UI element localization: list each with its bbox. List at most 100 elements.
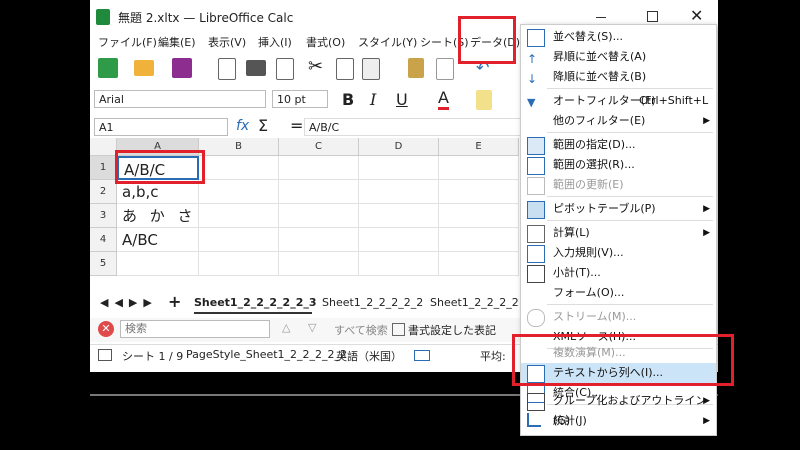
cell-b1[interactable] <box>199 156 279 180</box>
column-header-b[interactable]: B <box>199 138 279 156</box>
menu-format[interactable]: 書式(O) <box>306 34 345 52</box>
name-box[interactable]: A1 <box>94 118 228 136</box>
row-header-4[interactable]: 4 <box>90 228 117 252</box>
cell-e4[interactable] <box>439 228 519 252</box>
cell-d3[interactable] <box>359 204 439 228</box>
menu-item-autofilter[interactable]: ▼ オートフィルター(F) Ctrl+Shift+L <box>521 91 716 111</box>
menu-insert[interactable]: 挿入(I) <box>258 34 292 52</box>
cell-e1[interactable] <box>439 156 519 180</box>
cell-e3[interactable] <box>439 204 519 228</box>
print-preview-icon[interactable] <box>276 58 294 80</box>
menu-item-form[interactable]: フォーム(O)... <box>521 283 716 303</box>
new-document-icon[interactable] <box>98 58 118 78</box>
row-header-5[interactable]: 5 <box>90 252 117 276</box>
close-find-icon[interactable]: ✕ <box>98 321 114 337</box>
sheet-count: シート 1 / 9 <box>122 350 184 363</box>
bold-icon[interactable]: B <box>342 90 354 109</box>
font-size-box[interactable]: 10 pt <box>272 90 328 108</box>
cell-ref-value: A1 <box>99 121 114 134</box>
menu-item-sort-desc[interactable]: ↓ 降順に並べ替え(B) <box>521 67 716 87</box>
cell-b2[interactable] <box>199 180 279 204</box>
highlight-color-icon[interactable] <box>476 90 492 110</box>
row-header-1[interactable]: 1 <box>90 156 117 180</box>
column-header-e[interactable]: E <box>439 138 519 156</box>
cut-icon[interactable]: ✂ <box>308 56 323 77</box>
menu-item-label: フォーム(O)... <box>553 286 625 299</box>
cell-d1[interactable] <box>359 156 439 180</box>
tab-sheet-3[interactable]: Sheet1_2_2_2_2 <box>430 294 519 312</box>
cell-a5[interactable] <box>117 252 199 276</box>
font-name-box[interactable]: Arial <box>94 90 266 108</box>
menu-item-sort-asc[interactable]: ↑ 昇順に並べ替え(A) <box>521 47 716 67</box>
formula-icon[interactable]: = <box>290 116 303 135</box>
cell-c4[interactable] <box>279 228 359 252</box>
font-color-icon[interactable]: A <box>438 88 449 110</box>
cell-c5[interactable] <box>279 252 359 276</box>
cell-b4[interactable] <box>199 228 279 252</box>
cell-e2[interactable] <box>439 180 519 204</box>
tab-sheet-2[interactable]: Sheet1_2_2_2_2_2 <box>322 294 423 312</box>
menu-item-group-outline[interactable]: グループ化およびアウトライン(G) ▶ <box>521 391 716 427</box>
minimize-icon[interactable] <box>596 17 606 18</box>
menu-item-sort[interactable]: 並べ替え(S)... <box>521 27 716 47</box>
menu-item-label: 範囲の指定(D)... <box>553 138 636 151</box>
menu-edit[interactable]: 編集(E) <box>158 34 196 52</box>
cell-d4[interactable] <box>359 228 439 252</box>
function-wizard-icon[interactable]: fx <box>236 118 249 134</box>
row-header-2[interactable]: 2 <box>90 180 117 204</box>
cell-b5[interactable] <box>199 252 279 276</box>
find-all-button[interactable]: すべて検索 <box>334 322 388 338</box>
find-next-icon[interactable]: ▽ <box>308 321 316 334</box>
cell-a4[interactable]: A/BC <box>117 228 199 252</box>
copy-icon[interactable] <box>336 58 354 80</box>
tab-nav-arrows[interactable]: ◀◀▶▶ <box>100 296 158 309</box>
selection-mode-icon[interactable] <box>414 350 430 361</box>
save-icon[interactable] <box>172 58 192 78</box>
menu-item-label: 範囲の更新(E) <box>553 178 624 191</box>
sort-icon <box>527 29 545 47</box>
add-sheet-icon[interactable]: + <box>168 292 181 311</box>
menu-item-select-range[interactable]: 範囲の選択(R)... <box>521 155 716 175</box>
close-icon[interactable]: ✕ <box>690 6 703 25</box>
menu-item-validity[interactable]: 入力規則(V)... <box>521 243 716 263</box>
cell-b3[interactable] <box>199 204 279 228</box>
italic-icon[interactable]: I <box>370 90 376 109</box>
column-header-d[interactable]: D <box>359 138 439 156</box>
row-header-3[interactable]: 3 <box>90 204 117 228</box>
underline-icon[interactable]: U <box>396 90 408 109</box>
column-header-c[interactable]: C <box>279 138 359 156</box>
clone-formatting-icon[interactable] <box>408 58 424 78</box>
cell-d5[interactable] <box>359 252 439 276</box>
maximize-icon[interactable] <box>647 11 658 22</box>
menu-view[interactable]: 表示(V) <box>208 34 246 52</box>
cell-d2[interactable] <box>359 180 439 204</box>
group-icon <box>527 393 545 411</box>
menu-item-pivot-table[interactable]: ピボットテーブル(P) ▶ <box>521 199 716 219</box>
print-icon[interactable] <box>246 60 266 76</box>
find-prev-icon[interactable]: △ <box>282 321 290 334</box>
menu-item-subtotals[interactable]: 小計(T)... <box>521 263 716 283</box>
search-input[interactable] <box>120 320 270 338</box>
cell-c2[interactable] <box>279 180 359 204</box>
menu-separator <box>547 196 713 197</box>
tab-sheet-active[interactable]: Sheet1_2_2_2_2_2_3 <box>194 294 317 314</box>
export-pdf-icon[interactable] <box>218 58 236 80</box>
sum-icon[interactable]: Σ <box>258 116 268 135</box>
formatted-checkbox[interactable] <box>392 323 405 336</box>
menu-styles[interactable]: スタイル(Y) <box>358 34 417 52</box>
cell-a3[interactable]: あ か さ <box>117 204 199 228</box>
cell-c3[interactable] <box>279 204 359 228</box>
annotation-box-text-to-columns <box>512 334 734 386</box>
paste-icon[interactable] <box>362 58 380 80</box>
open-folder-icon[interactable] <box>134 60 154 76</box>
cell-c1[interactable] <box>279 156 359 180</box>
cell-e5[interactable] <box>439 252 519 276</box>
clear-formatting-icon[interactable] <box>436 58 454 80</box>
corner-select-all[interactable] <box>90 138 117 156</box>
menu-item-statistics[interactable]: 統計(J) ▶ <box>521 411 716 431</box>
menu-item-label: 入力規則(V)... <box>553 246 624 259</box>
menu-item-more-filters[interactable]: 他のフィルター(E) ▶ <box>521 111 716 131</box>
menu-item-define-range[interactable]: 範囲の指定(D)... <box>521 135 716 155</box>
menu-file[interactable]: ファイル(F) <box>98 34 157 52</box>
menu-item-calculate[interactable]: 計算(L) ▶ <box>521 223 716 243</box>
